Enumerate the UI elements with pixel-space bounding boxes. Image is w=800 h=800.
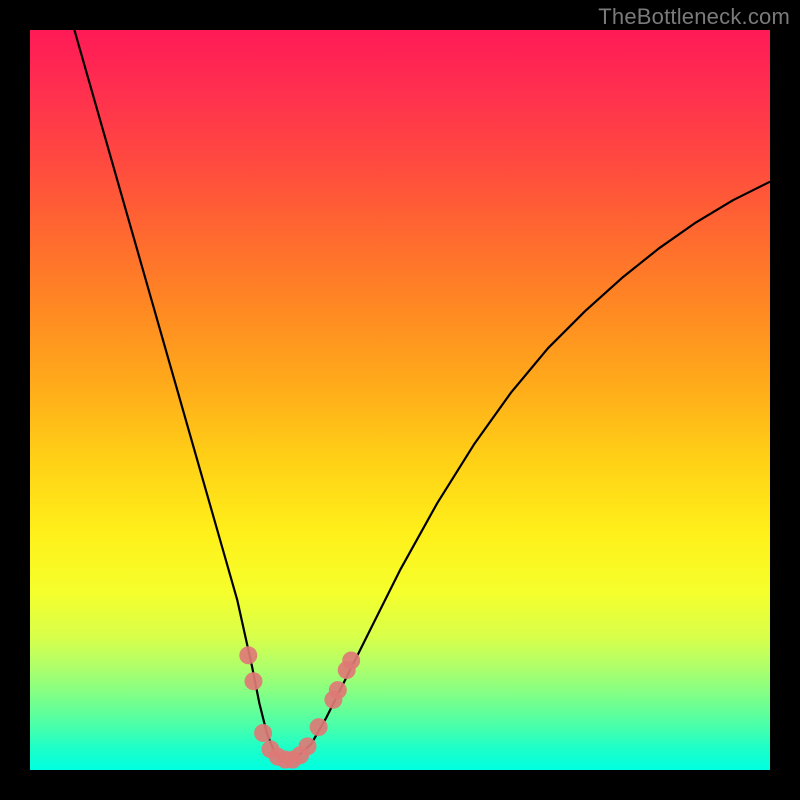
marker-dot [310, 718, 328, 736]
marker-dot [244, 672, 262, 690]
marker-dot [299, 737, 317, 755]
plot-area [30, 30, 770, 770]
outer-frame: TheBottleneck.com [0, 0, 800, 800]
marker-dot [254, 724, 272, 742]
marker-dot [329, 681, 347, 699]
marker-dot [342, 651, 360, 669]
chart-line [74, 30, 770, 760]
watermark-text: TheBottleneck.com [598, 4, 790, 30]
chart-svg [30, 30, 770, 770]
marker-dot [239, 646, 257, 664]
chart-markers [239, 646, 360, 768]
